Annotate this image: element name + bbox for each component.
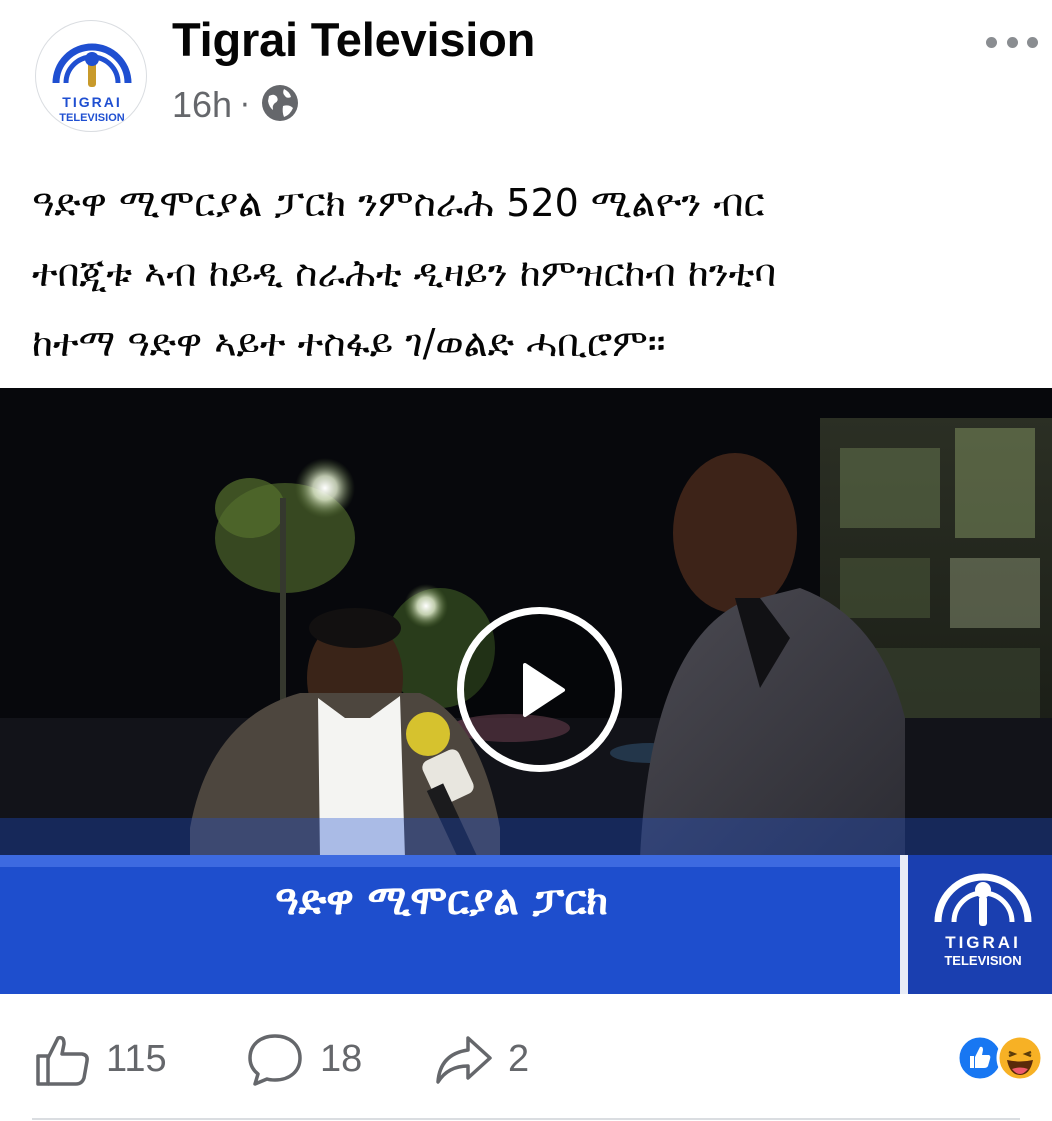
caption-line: ከተማ ዓድዋ ኣይተ ተስፋይ ገ/ወልድ ሓቢሮም። xyxy=(32,321,666,365)
ellipsis-icon[interactable] xyxy=(986,30,1038,54)
watermark-line2: TELEVISION xyxy=(944,953,1021,968)
meta-separator: · xyxy=(240,87,250,123)
like-count: 115 xyxy=(106,1037,167,1080)
reaction-summary[interactable] xyxy=(956,1033,1046,1083)
video-lower-third-title: ዓድዋ ሚሞርያል ፓርክ xyxy=(275,878,608,924)
timestamp[interactable]: 16h xyxy=(172,84,232,126)
caption-line: ተበጂቱ ኣብ ከይዲ ስራሕቲ ዲዛይን ከምዝርከብ ከንቲባ xyxy=(32,251,777,295)
like-button[interactable]: 115 xyxy=(34,1016,167,1102)
page-name[interactable]: Tigrai Television xyxy=(172,12,535,67)
caption-line: ዓድዋ ሚሞርያል ፓርክ ንምስራሕ 520 ሚልዮን ብር xyxy=(32,181,765,225)
share-icon xyxy=(436,1036,492,1084)
comment-count: 18 xyxy=(320,1037,363,1080)
share-count: 2 xyxy=(508,1037,530,1080)
tigrai-tv-logo: TIGRAI TELEVISION xyxy=(52,43,132,124)
logo-line2: TELEVISION xyxy=(59,112,124,124)
action-bar: 115 18 2 xyxy=(0,1016,1052,1102)
post-divider xyxy=(32,1118,1020,1120)
like-reaction-icon xyxy=(956,1034,1004,1082)
post-caption: ዓድዋ ሚሞርያል ፓርክ ንምስራሕ 520 ሚልዮን ብር ተበጂቱ ኣብ … xyxy=(32,168,1032,378)
globe-icon[interactable] xyxy=(260,83,300,127)
video-watermark-logo: TIGRAI TELEVISION xyxy=(920,860,1046,990)
post-meta: 16h · xyxy=(172,82,300,128)
comment-icon xyxy=(248,1034,302,1086)
play-button[interactable] xyxy=(457,607,622,772)
watermark-line1: TIGRAI xyxy=(945,933,1021,952)
play-icon xyxy=(522,662,565,717)
thumbs-up-icon xyxy=(36,1035,89,1086)
share-button[interactable]: 2 xyxy=(434,1016,529,1102)
haha-reaction-icon xyxy=(996,1034,1044,1082)
logo-line1: TIGRAI xyxy=(62,94,121,110)
page-avatar[interactable]: TIGRAI TELEVISION xyxy=(35,20,147,132)
comment-button[interactable]: 18 xyxy=(246,1016,362,1102)
